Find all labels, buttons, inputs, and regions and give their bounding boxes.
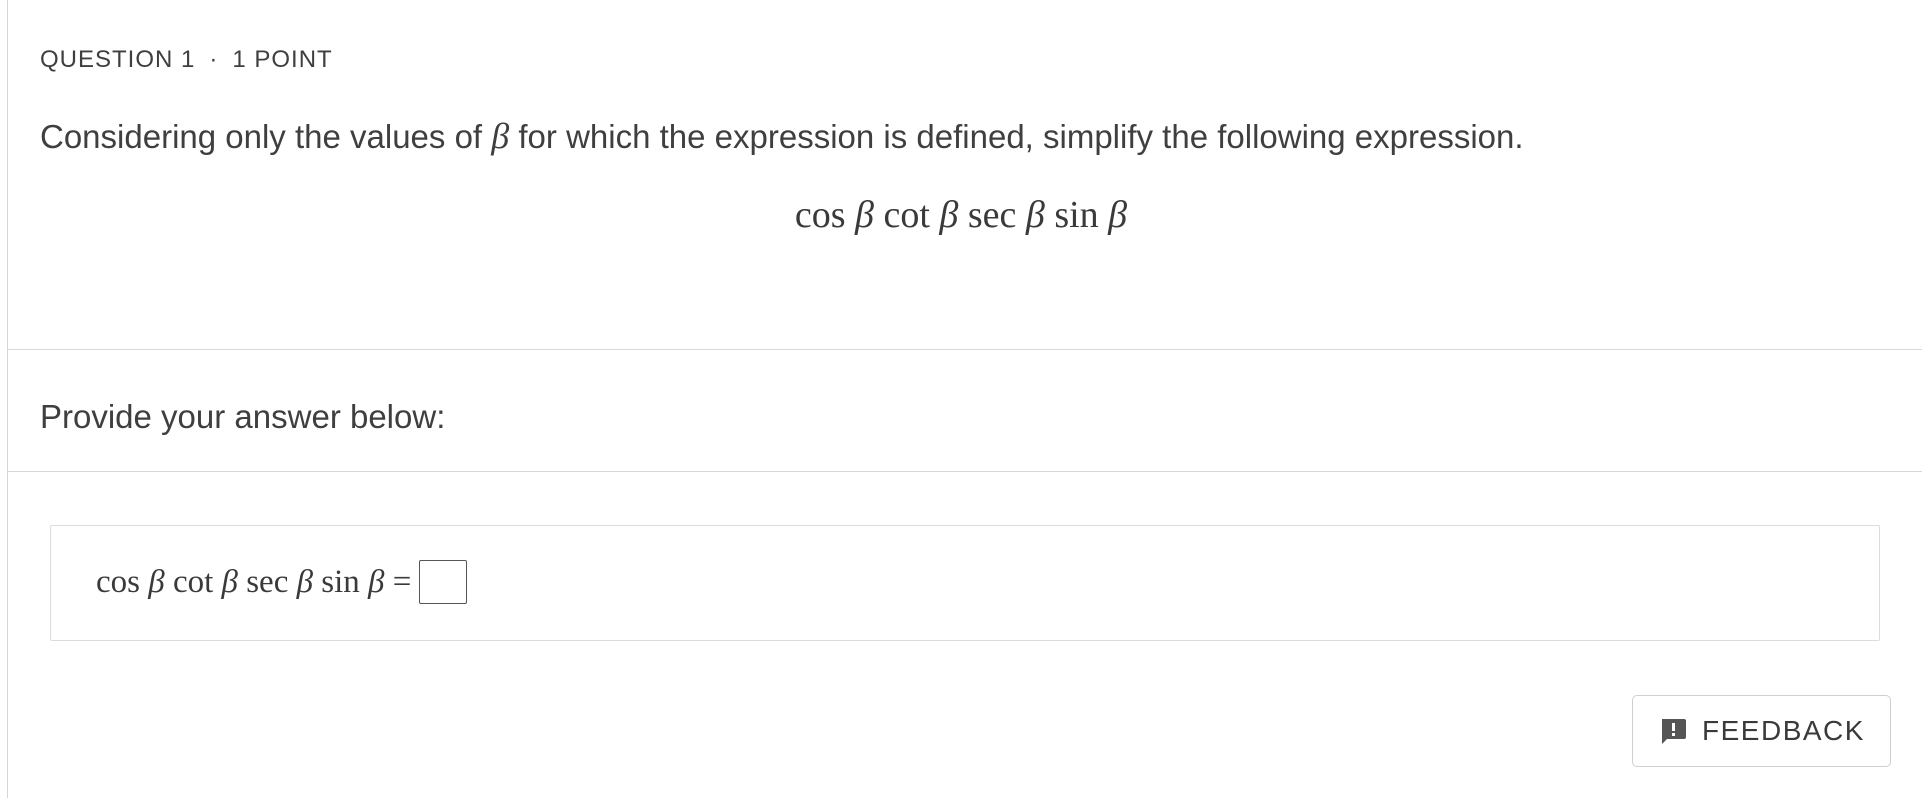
question-prompt: Considering only the values of β for whi… (40, 115, 1524, 157)
question-points: 1 POINT (232, 46, 333, 73)
question-page: QUESTION 1 · 1 POINT Considering only the … (0, 0, 1922, 798)
math-func: cos (794, 194, 846, 236)
header-separator: · (209, 46, 219, 73)
prompt-text-start: Considering only the values of (40, 118, 492, 155)
feedback-button[interactable]: FEEDBACK (1632, 695, 1891, 767)
math-var: β (855, 194, 874, 236)
math-func: cot (172, 563, 214, 600)
math-func: sin (321, 563, 360, 600)
math-func: sec (246, 563, 289, 600)
prompt-variable: β (491, 116, 510, 156)
math-var: β (368, 563, 385, 600)
math-var: β (939, 194, 959, 236)
answer-prompt: Provide your answer below: (40, 398, 446, 435)
equals-sign: = (392, 563, 412, 600)
math-func: cot (883, 194, 930, 236)
answer-panel: cos β cot β sec β sin β = (50, 525, 1880, 641)
math-var: β (148, 563, 165, 600)
answer-input[interactable] (419, 560, 468, 604)
math-func: cos (96, 563, 140, 600)
question-header: QUESTION 1 · 1 POINT (40, 46, 333, 74)
section-divider (7, 471, 1922, 472)
question-number: QUESTION 1 (40, 46, 196, 73)
math-var: β (221, 563, 238, 600)
expression-display: cos β cot β sec β sin β (0, 193, 1922, 237)
section-divider (7, 349, 1922, 350)
math-func: sin (1054, 194, 1099, 236)
left-border (7, 0, 8, 798)
math-var: β (296, 563, 314, 600)
answer-expression: cos β cot β sec β sin β = (96, 560, 468, 604)
math-var: β (1108, 194, 1128, 236)
feedback-icon (1658, 716, 1688, 746)
feedback-label: FEEDBACK (1702, 715, 1865, 746)
prompt-text-end: for which the expression is defined, sim… (509, 118, 1524, 155)
math-var: β (1025, 194, 1045, 236)
math-func: sec (967, 194, 1017, 236)
